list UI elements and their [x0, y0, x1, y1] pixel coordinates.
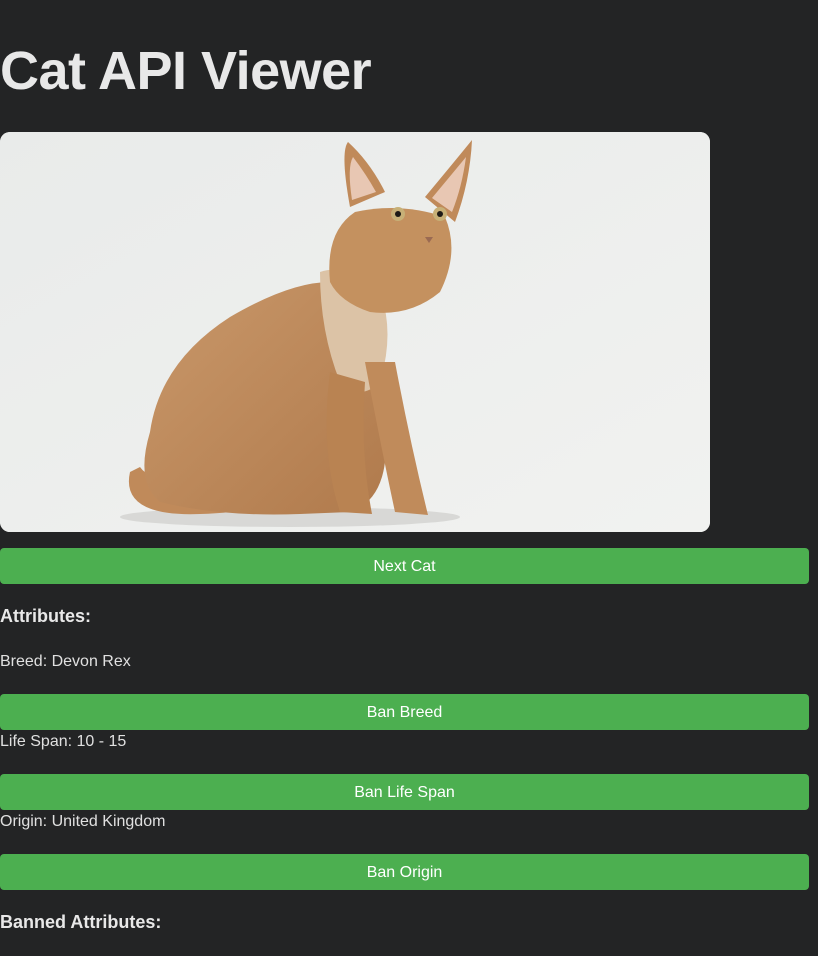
next-cat-button[interactable]: Next Cat	[0, 548, 809, 584]
attributes-heading: Attributes:	[0, 606, 91, 626]
ban-life-span-button[interactable]: Ban Life Span	[0, 774, 809, 810]
banned-attributes-heading: Banned Attributes:	[0, 912, 162, 932]
breed-attribute: Breed: Devon Rex	[0, 653, 131, 670]
ban-origin-button[interactable]: Ban Origin	[0, 854, 809, 890]
origin-attribute: Origin: United Kingdom	[0, 813, 166, 830]
life-span-attribute: Life Span: 10 - 15	[0, 733, 127, 750]
cat-image	[0, 132, 710, 532]
page-title: Cat API Viewer	[0, 41, 372, 101]
ban-breed-button[interactable]: Ban Breed	[0, 694, 809, 730]
